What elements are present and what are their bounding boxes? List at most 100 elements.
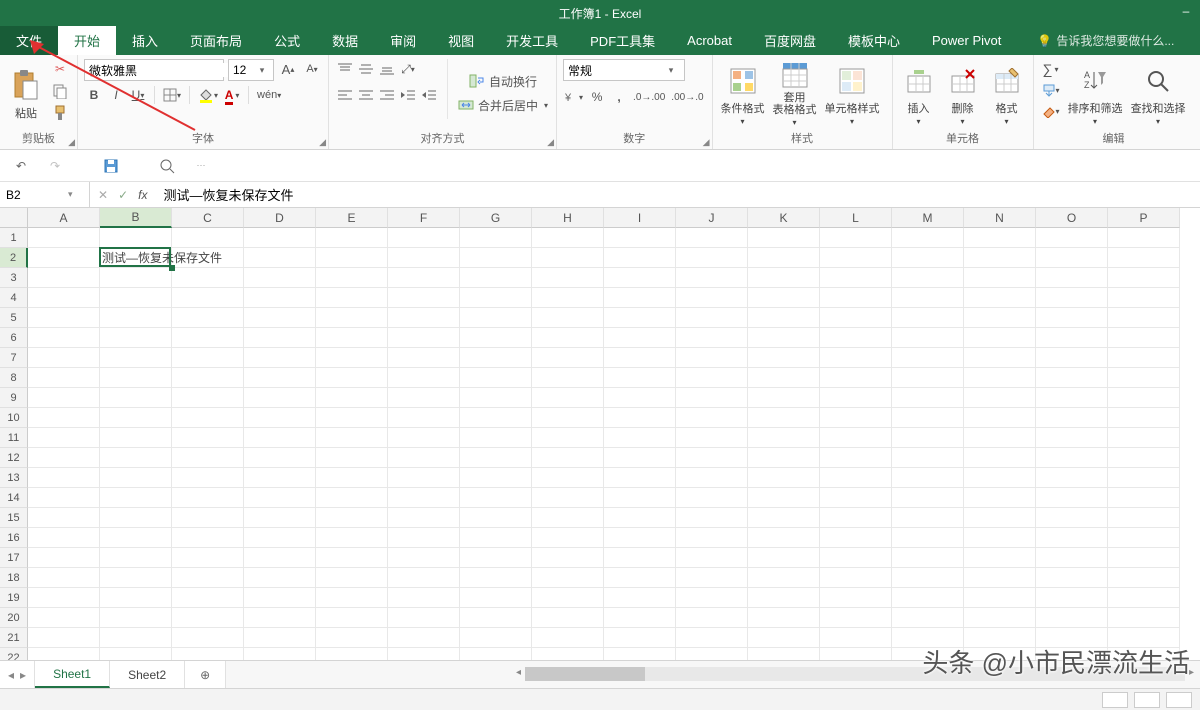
cell[interactable] xyxy=(1036,548,1108,568)
cell[interactable] xyxy=(604,448,676,468)
cell[interactable] xyxy=(460,268,532,288)
insert-cells-button[interactable]: 插入▾ xyxy=(899,59,939,127)
cell[interactable] xyxy=(748,648,820,660)
cell[interactable] xyxy=(316,588,388,608)
cell[interactable] xyxy=(964,428,1036,448)
cell[interactable] xyxy=(532,368,604,388)
cell[interactable] xyxy=(1036,448,1108,468)
cell[interactable] xyxy=(892,448,964,468)
cell[interactable] xyxy=(100,348,172,368)
cell[interactable] xyxy=(604,408,676,428)
cell[interactable] xyxy=(820,408,892,428)
cell[interactable] xyxy=(1108,228,1180,248)
find-select-button[interactable]: 查找和选择▾ xyxy=(1129,59,1188,127)
menu-tab-4[interactable]: 公式 xyxy=(258,26,316,55)
cell[interactable] xyxy=(316,628,388,648)
cell[interactable] xyxy=(532,408,604,428)
comma-button[interactable]: , xyxy=(609,87,629,107)
row-header[interactable]: 18 xyxy=(0,568,28,588)
menu-tab-11[interactable]: 百度网盘 xyxy=(748,26,832,55)
decrease-indent-button[interactable] xyxy=(398,85,418,105)
cell[interactable] xyxy=(388,248,460,268)
menu-tab-7[interactable]: 视图 xyxy=(432,26,490,55)
cell[interactable] xyxy=(1036,568,1108,588)
cell[interactable] xyxy=(892,428,964,448)
cell[interactable] xyxy=(460,388,532,408)
column-header[interactable]: N xyxy=(964,208,1036,228)
cell[interactable] xyxy=(676,368,748,388)
cell[interactable] xyxy=(1108,408,1180,428)
cell[interactable] xyxy=(316,268,388,288)
cell[interactable] xyxy=(172,268,244,288)
align-left-button[interactable] xyxy=(335,85,355,105)
view-pagebreak-button[interactable] xyxy=(1166,692,1192,708)
cell[interactable] xyxy=(1108,528,1180,548)
menu-tab-5[interactable]: 数据 xyxy=(316,26,374,55)
cell[interactable] xyxy=(316,228,388,248)
cell[interactable] xyxy=(388,368,460,388)
cell[interactable] xyxy=(172,228,244,248)
cell[interactable] xyxy=(28,608,100,628)
cell[interactable] xyxy=(604,628,676,648)
name-box[interactable]: ▾ xyxy=(0,182,90,207)
cell[interactable] xyxy=(316,608,388,628)
cell-styles-button[interactable]: 单元格样式▾ xyxy=(823,59,882,127)
cell[interactable] xyxy=(748,328,820,348)
cell[interactable] xyxy=(172,428,244,448)
menu-tab-3[interactable]: 页面布局 xyxy=(174,26,258,55)
cell[interactable] xyxy=(892,528,964,548)
cell[interactable] xyxy=(604,588,676,608)
cell[interactable] xyxy=(316,388,388,408)
cell[interactable] xyxy=(532,608,604,628)
fx-icon[interactable]: fx xyxy=(138,188,147,202)
cell[interactable] xyxy=(676,508,748,528)
cell[interactable] xyxy=(388,448,460,468)
cell[interactable] xyxy=(100,288,172,308)
cell[interactable] xyxy=(748,348,820,368)
cell[interactable] xyxy=(1108,648,1180,660)
column-header[interactable]: C xyxy=(172,208,244,228)
percent-button[interactable]: % xyxy=(587,87,607,107)
print-preview-button[interactable] xyxy=(156,155,178,177)
column-header[interactable]: G xyxy=(460,208,532,228)
cell[interactable] xyxy=(964,268,1036,288)
cell[interactable] xyxy=(964,308,1036,328)
font-color-button[interactable]: A▾ xyxy=(222,85,242,105)
cell[interactable] xyxy=(100,308,172,328)
cell[interactable] xyxy=(820,568,892,588)
row-header[interactable]: 16 xyxy=(0,528,28,548)
cell[interactable] xyxy=(172,568,244,588)
cell[interactable] xyxy=(964,528,1036,548)
cell[interactable] xyxy=(532,428,604,448)
cell[interactable] xyxy=(172,648,244,660)
cell[interactable] xyxy=(388,288,460,308)
increase-decimal-button[interactable]: .0→.00 xyxy=(631,87,667,107)
cell[interactable] xyxy=(1036,468,1108,488)
cell[interactable] xyxy=(1036,348,1108,368)
cell[interactable] xyxy=(892,488,964,508)
cell[interactable] xyxy=(1108,308,1180,328)
enter-icon[interactable]: ✓ xyxy=(118,188,128,202)
cell[interactable] xyxy=(532,248,604,268)
cell[interactable] xyxy=(748,488,820,508)
cell[interactable] xyxy=(244,468,316,488)
cell[interactable] xyxy=(172,628,244,648)
cell[interactable] xyxy=(820,288,892,308)
cell[interactable] xyxy=(388,488,460,508)
cell[interactable] xyxy=(244,488,316,508)
column-header[interactable]: M xyxy=(892,208,964,228)
fill-color-button[interactable]: ▾ xyxy=(196,85,220,105)
cells-area[interactable]: 测试—恢复未保存文件 xyxy=(28,228,1180,660)
cell[interactable] xyxy=(1036,648,1108,660)
cell[interactable] xyxy=(1036,388,1108,408)
cell[interactable] xyxy=(604,368,676,388)
cell[interactable] xyxy=(820,448,892,468)
cell[interactable] xyxy=(1108,588,1180,608)
cell[interactable] xyxy=(892,368,964,388)
cell[interactable] xyxy=(388,628,460,648)
cell[interactable] xyxy=(1036,528,1108,548)
cell[interactable] xyxy=(100,568,172,588)
cell[interactable] xyxy=(244,308,316,328)
cell[interactable] xyxy=(892,588,964,608)
cell[interactable] xyxy=(1036,488,1108,508)
